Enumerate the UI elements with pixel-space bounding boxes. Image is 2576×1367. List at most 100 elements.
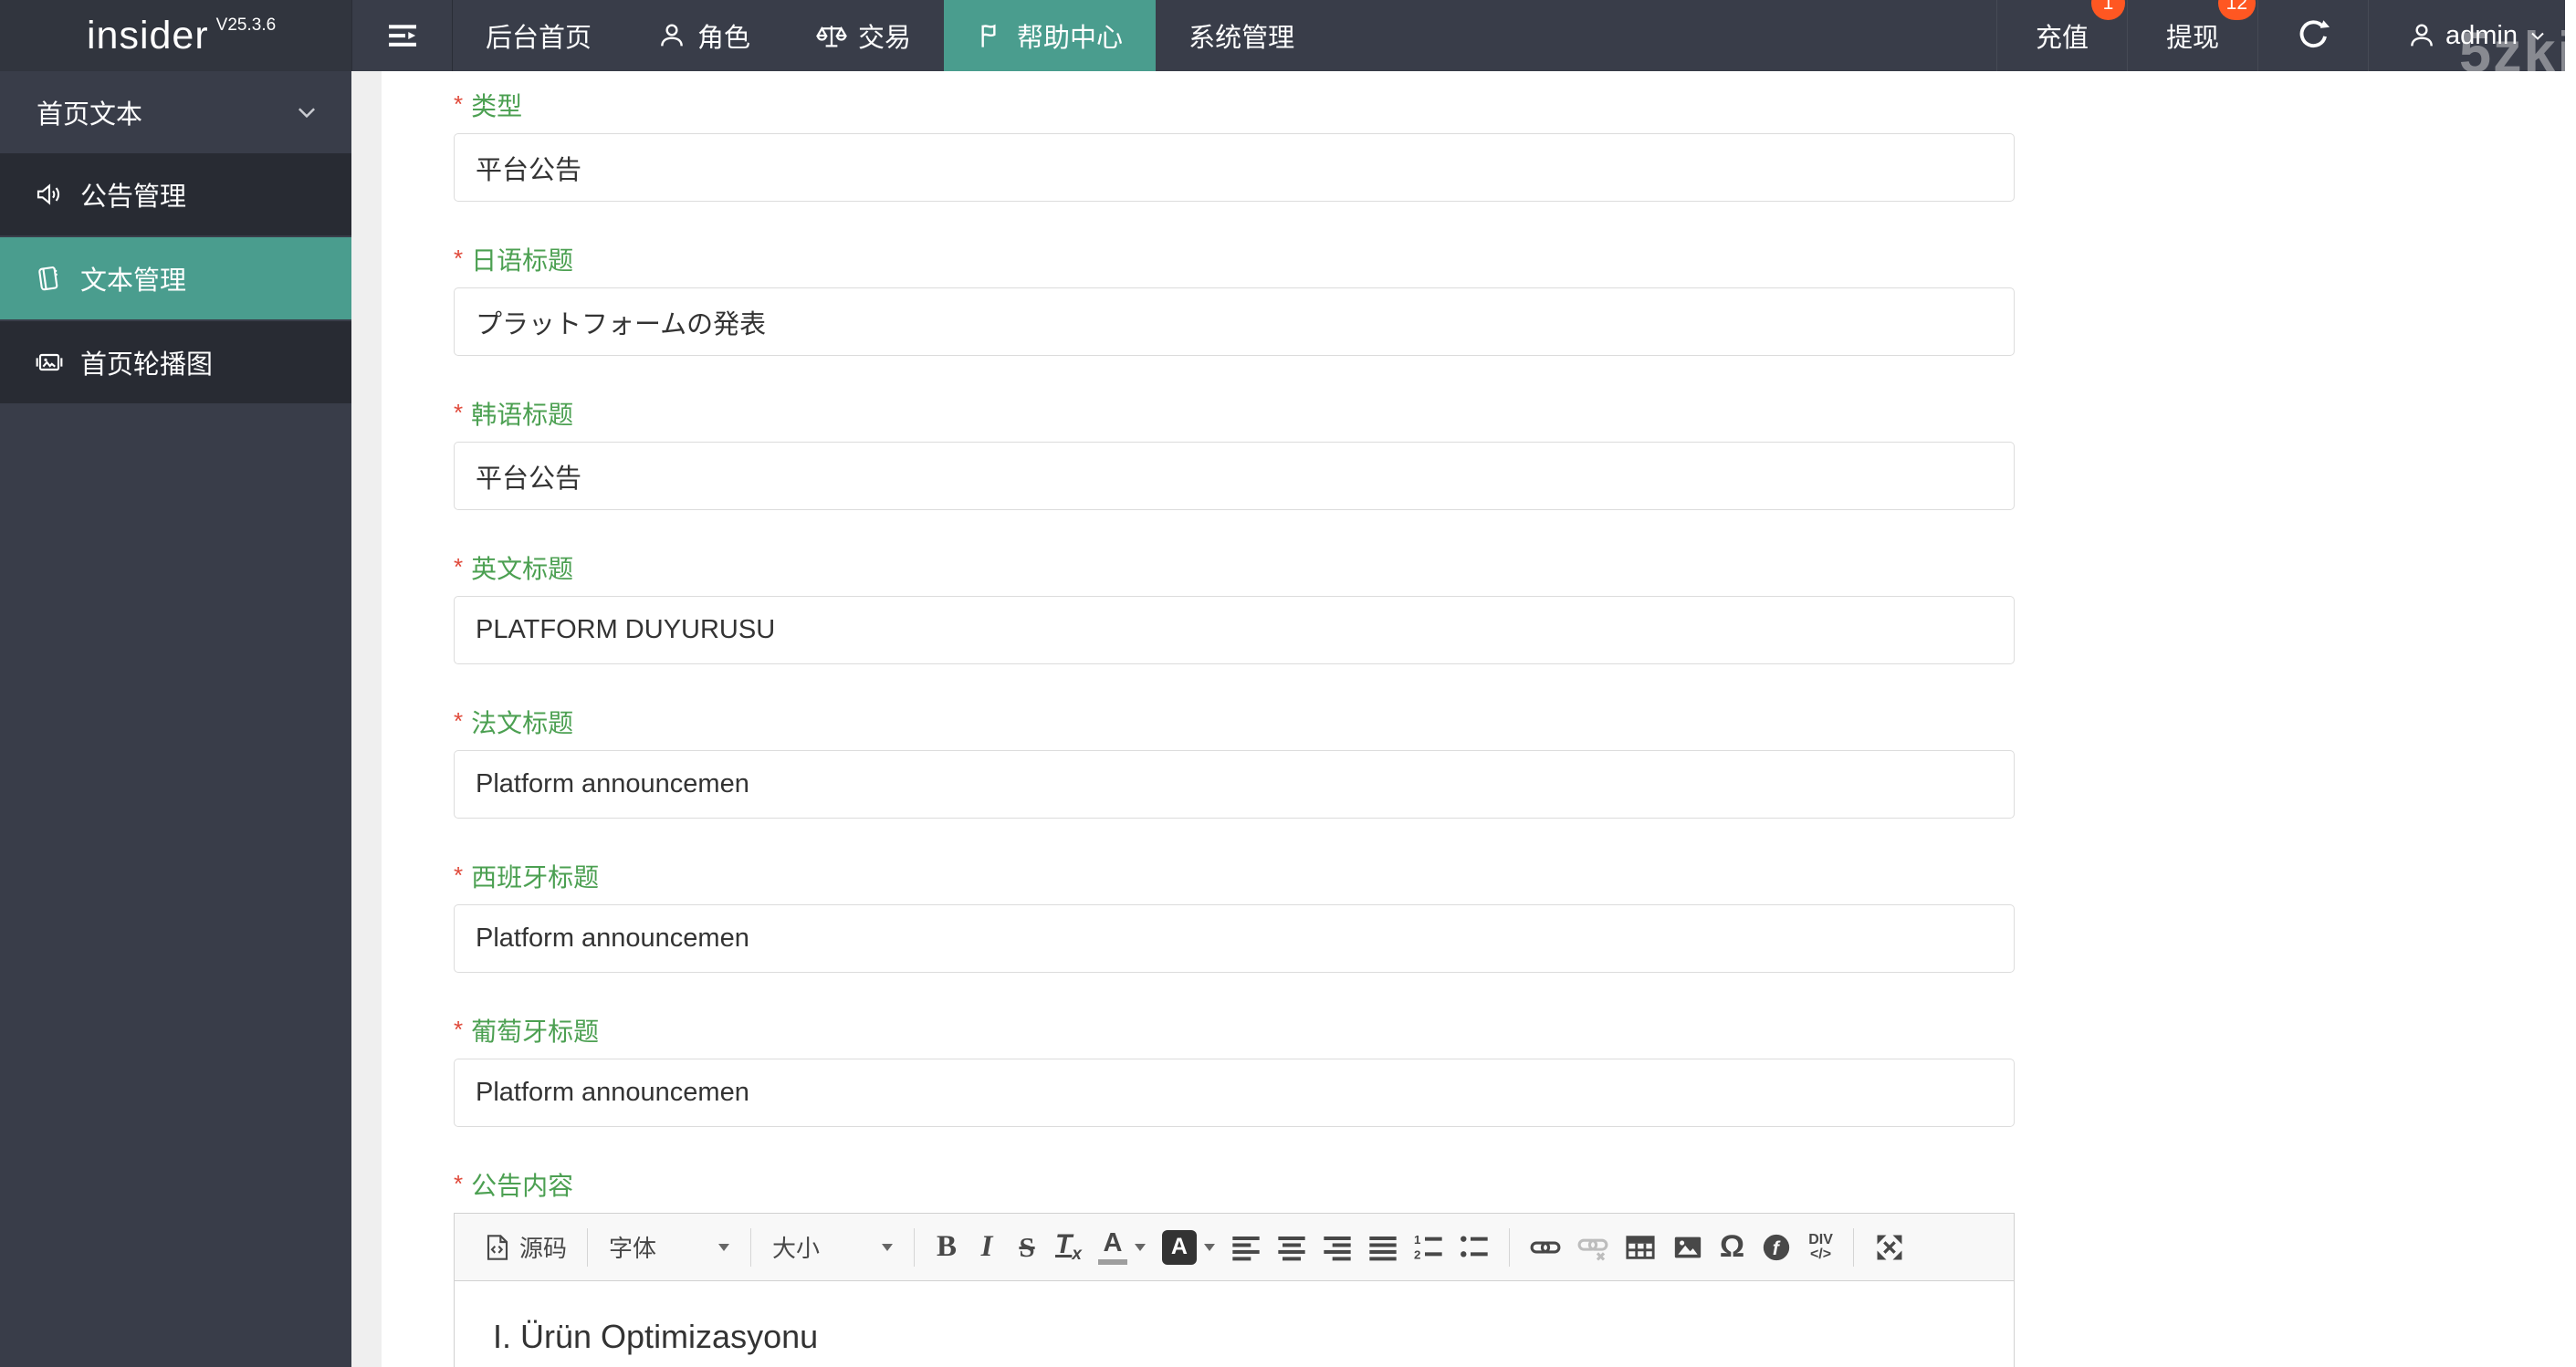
image-icon — [1674, 1237, 1702, 1257]
field-label-text: 法文标题 — [471, 709, 574, 737]
user-icon — [2411, 24, 2433, 47]
remove-format-button[interactable]: Tx — [1047, 1225, 1090, 1270]
strikethrough-icon: S — [1019, 1230, 1035, 1263]
rte-content[interactable]: I. Ürün Optimizasyonu — [455, 1281, 2014, 1367]
nav-item-home[interactable]: 后台首页 — [453, 0, 624, 71]
recharge-button[interactable]: 充值 1 — [1995, 0, 2127, 71]
carousel-image-icon — [36, 353, 63, 371]
unlink-button[interactable] — [1569, 1225, 1617, 1270]
en-title-input[interactable] — [454, 596, 2015, 664]
right-edge-strip — [2565, 0, 2576, 1367]
text-color-icon: A — [1097, 1229, 1127, 1265]
field-label: * 类型 — [454, 90, 2015, 122]
field-label: * 西班牙标题 — [454, 861, 2015, 893]
required-asterisk: * — [454, 90, 464, 118]
rich-text-editor: 源码 字体 大小 B I S Tx A A 1 2 Ω f DIV </> I.… — [454, 1213, 2015, 1367]
maximize-button[interactable] — [1866, 1225, 1913, 1270]
required-asterisk: * — [454, 707, 464, 735]
withdraw-badge: 12 — [2217, 0, 2256, 20]
jp-title-input[interactable] — [454, 287, 2015, 356]
unordered-list-icon — [1460, 1235, 1488, 1257]
ordered-list-button[interactable]: 1 2 — [1406, 1225, 1451, 1270]
username: admin — [2445, 20, 2518, 50]
flash-icon: f — [1764, 1234, 1790, 1260]
es-title-input[interactable] — [454, 904, 2015, 973]
required-asterisk: * — [454, 245, 464, 272]
form-field-jp-title: * 日语标题 — [454, 245, 2015, 356]
justify-button[interactable] — [1360, 1225, 1406, 1270]
form-field-fr-title: * 法文标题 — [454, 707, 2015, 819]
source-code-icon — [487, 1234, 508, 1260]
source-button[interactable]: 源码 — [475, 1225, 575, 1270]
toolbar-divider — [914, 1227, 916, 1267]
image-button[interactable] — [1664, 1225, 1712, 1270]
logo: insider V25.3.6 — [0, 0, 351, 71]
omega-icon: Ω — [1719, 1229, 1745, 1264]
field-label: * 日语标题 — [454, 245, 2015, 277]
fr-title-input[interactable] — [454, 750, 2015, 819]
flag-icon — [981, 24, 996, 47]
link-button[interactable] — [1522, 1225, 1569, 1270]
align-right-button[interactable] — [1314, 1225, 1360, 1270]
nav-item-system[interactable]: 系统管理 — [1156, 0, 1327, 71]
field-label-text: 英文标题 — [471, 555, 574, 583]
italic-button[interactable]: I — [967, 1225, 1007, 1270]
nav-item-roles[interactable]: 角色 — [624, 0, 783, 71]
nav-item-label: 交易 — [858, 24, 912, 53]
nav-item-help-center[interactable]: 帮助中心 — [944, 0, 1157, 71]
div-container-button[interactable]: DIV </> — [1800, 1225, 1841, 1270]
required-asterisk: * — [454, 399, 464, 426]
user-menu[interactable]: admin — [2368, 0, 2576, 71]
unordered-list-button[interactable] — [1451, 1225, 1497, 1270]
bold-button[interactable]: B — [927, 1225, 967, 1270]
text-color-button[interactable]: A — [1090, 1225, 1154, 1270]
user-icon — [661, 24, 683, 47]
ordered-list-icon: 1 2 — [1414, 1233, 1442, 1261]
toolbar-divider — [750, 1227, 752, 1267]
withdraw-label: 提现 — [2165, 24, 2219, 53]
pt-title-input[interactable] — [454, 1059, 2015, 1127]
sidebar-item-home-carousel[interactable]: 首页轮播图 — [0, 321, 351, 403]
caret-down-icon — [1134, 1243, 1146, 1251]
layout-gap-strip — [351, 71, 382, 1367]
font-select[interactable]: 字体 — [600, 1225, 738, 1270]
sidebar-item-text-mgmt[interactable]: 文本管理 — [0, 237, 351, 319]
align-left-icon — [1232, 1236, 1260, 1260]
align-center-icon — [1278, 1236, 1305, 1260]
justify-icon — [1369, 1236, 1397, 1260]
fontsize-select[interactable]: 大小 — [763, 1225, 902, 1270]
field-label-text: 葡萄牙标题 — [471, 1017, 600, 1046]
field-label: * 英文标题 — [454, 553, 2015, 585]
page: insider V25.3.6 后台首页 角色 交易 帮助中心 系统管理 充值 … — [0, 0, 2576, 1367]
strikethrough-button[interactable]: S — [1007, 1225, 1047, 1270]
remove-format-icon: Tx — [1055, 1229, 1082, 1264]
field-label-text: 韩语标题 — [471, 401, 574, 429]
form-field-en-title: * 英文标题 — [454, 553, 2015, 664]
link-icon — [1530, 1240, 1561, 1254]
align-left-button[interactable] — [1223, 1225, 1269, 1270]
bg-color-button[interactable]: A — [1154, 1225, 1223, 1270]
field-label-text: 西班牙标题 — [471, 863, 600, 892]
scales-icon — [816, 26, 848, 47]
nav-item-label: 后台首页 — [486, 24, 592, 53]
type-input[interactable] — [454, 133, 2015, 202]
withdraw-button[interactable]: 提现 12 — [2126, 0, 2257, 71]
refresh-button[interactable] — [2257, 0, 2368, 71]
sidebar-group-header[interactable]: 首页文本 — [0, 71, 351, 153]
table-button[interactable] — [1617, 1225, 1664, 1270]
sidebar-item-announcement-mgmt[interactable]: 公告管理 — [0, 153, 351, 235]
special-char-button[interactable]: Ω — [1712, 1225, 1753, 1270]
nav-item-trade[interactable]: 交易 — [783, 0, 944, 71]
kr-title-input[interactable] — [454, 442, 2015, 510]
required-asterisk: * — [454, 861, 464, 889]
align-center-button[interactable] — [1269, 1225, 1314, 1270]
caret-down-icon — [718, 1243, 730, 1251]
italic-icon: I — [980, 1230, 993, 1263]
collapse-menu-button[interactable] — [352, 0, 452, 71]
table-icon — [1626, 1235, 1655, 1259]
required-asterisk: * — [454, 553, 464, 580]
sidebar-item-label: 公告管理 — [80, 183, 187, 212]
refresh-icon — [2299, 20, 2330, 48]
book-icon — [38, 266, 58, 291]
flash-button[interactable]: f — [1753, 1225, 1800, 1270]
